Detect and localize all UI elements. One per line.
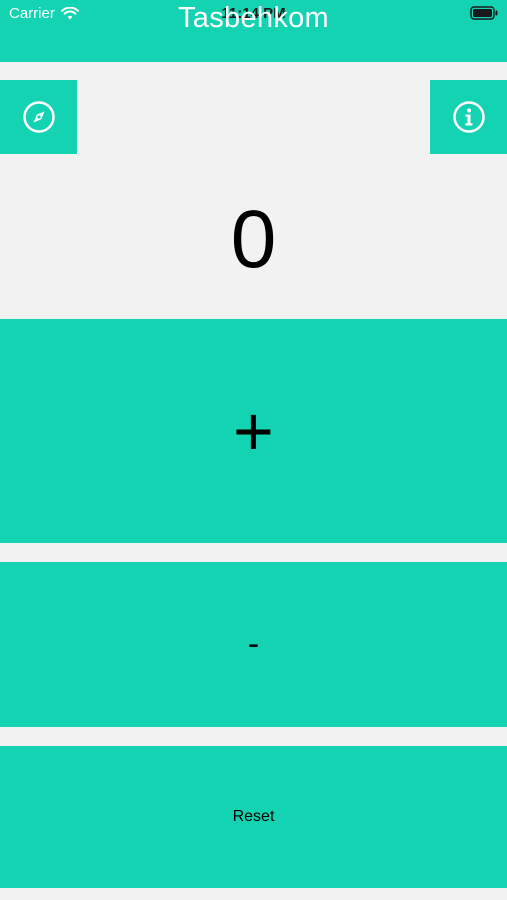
compass-button[interactable] bbox=[0, 80, 77, 154]
info-button[interactable] bbox=[430, 80, 507, 154]
compass-icon bbox=[22, 101, 55, 133]
decrement-button[interactable]: - bbox=[0, 562, 507, 727]
info-icon bbox=[452, 101, 485, 133]
header-bar: Carrier 11:14 PM Tasbehkom bbox=[0, 0, 507, 62]
reset-button[interactable]: Reset bbox=[0, 746, 507, 888]
app-title: Tasbehkom bbox=[178, 2, 329, 34]
increment-button[interactable]: + bbox=[0, 319, 507, 543]
increment-label: + bbox=[233, 392, 274, 470]
counter-value: 0 bbox=[230, 194, 277, 285]
reset-label: Reset bbox=[232, 808, 275, 825]
decrement-label: - bbox=[247, 625, 260, 663]
